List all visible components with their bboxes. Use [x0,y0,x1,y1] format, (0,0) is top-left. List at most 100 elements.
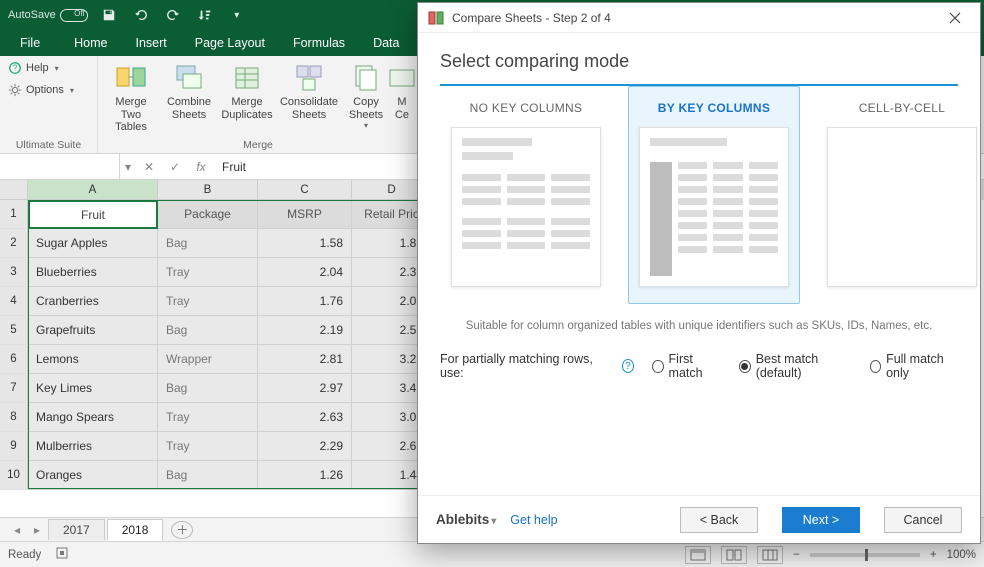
row-header[interactable]: 10 [0,461,28,490]
cell[interactable]: Sugar Apples [28,229,158,258]
cell[interactable]: 2.19 [258,316,352,345]
name-box[interactable] [0,154,120,179]
row-header[interactable]: 4 [0,287,28,316]
cell[interactable]: 1.58 [258,229,352,258]
sheet-tab-2017[interactable]: 2017 [48,519,105,540]
next-button[interactable]: Next > [782,507,860,533]
table-header-package[interactable]: Package [158,200,258,229]
row-header[interactable]: 3 [0,258,28,287]
zoom-slider[interactable] [810,553,920,557]
tab-formulas[interactable]: Formulas [287,32,351,54]
get-help-link[interactable]: Get help [510,513,557,527]
row-header[interactable]: 8 [0,403,28,432]
consolidate-sheets-button[interactable]: Consolidate Sheets [276,60,342,123]
back-button[interactable]: < Back [680,507,758,533]
save-icon[interactable] [98,4,120,26]
cell[interactable]: 2.81 [258,345,352,374]
row-header[interactable]: 6 [0,345,28,374]
cell[interactable]: Mulberries [28,432,158,461]
cells: Fruit Package MSRP Retail Pric Sugar App… [28,200,432,490]
radio-best-match[interactable]: Best match (default) [739,352,851,380]
col-header-A[interactable]: A [28,180,158,200]
close-button[interactable] [940,4,970,32]
help-button[interactable]: ? Help ▾ [6,60,91,76]
dialog-title: Compare Sheets - Step 2 of 4 [452,11,611,25]
row-header[interactable]: 2 [0,229,28,258]
fx-icon[interactable]: fx [188,154,214,179]
cell[interactable]: Lemons [28,345,158,374]
radio-full-match[interactable]: Full match only [870,352,958,380]
autosave-toggle[interactable]: AutoSave [8,9,88,22]
zoom-in-button[interactable]: + [930,549,937,561]
chevron-down-icon[interactable]: ▾ [120,160,136,174]
mode-cell-by-cell[interactable]: CELL-BY-CELL [816,86,984,304]
sort-icon[interactable] [194,4,216,26]
redo-icon[interactable] [162,4,184,26]
cell[interactable]: Blueberries [28,258,158,287]
cell[interactable]: 1.76 [258,287,352,316]
tab-page-layout[interactable]: Page Layout [189,32,271,54]
chevron-down-icon: ▾ [55,64,59,73]
sheet-nav-prev[interactable]: ◂ [8,523,26,537]
qat-more-icon[interactable]: ▾ [226,4,248,26]
accept-formula-icon[interactable]: ✓ [162,154,188,179]
help-icon[interactable]: ? [622,359,634,373]
undo-icon[interactable] [130,4,152,26]
merge-two-tables-button[interactable]: Merge Two Tables [102,60,160,136]
mode-no-key-columns[interactable]: NO KEY COLUMNS [440,86,612,304]
zoom-out-button[interactable]: − [793,549,800,561]
autosave-switch[interactable] [60,9,88,22]
dialog-titlebar[interactable]: Compare Sheets - Step 2 of 4 [418,3,980,33]
tab-data[interactable]: Data [367,32,405,54]
cell[interactable]: 1.26 [258,461,352,490]
copy-sheets-button[interactable]: Copy Sheets ▾ [342,60,390,132]
cell[interactable]: Grapefruits [28,316,158,345]
row-header[interactable]: 1 [0,200,28,229]
cell[interactable]: Cranberries [28,287,158,316]
row-header[interactable]: 5 [0,316,28,345]
cell[interactable]: Bag [158,461,258,490]
col-header-B[interactable]: B [158,180,258,200]
cancel-button[interactable]: Cancel [884,507,962,533]
cell[interactable]: Tray [158,432,258,461]
view-page-layout-icon[interactable] [721,546,747,564]
table-header-msrp[interactable]: MSRP [258,200,352,229]
new-sheet-button[interactable]: ＋ [171,521,193,539]
cell[interactable]: 2.29 [258,432,352,461]
tab-insert[interactable]: Insert [130,32,173,54]
cell[interactable]: 2.63 [258,403,352,432]
macro-record-icon[interactable] [55,546,69,563]
radio-first-match[interactable]: First match [652,352,721,380]
tab-file[interactable]: File [8,32,52,54]
row-header[interactable]: 9 [0,432,28,461]
row-header[interactable]: 7 [0,374,28,403]
view-page-break-icon[interactable] [757,546,783,564]
options-button[interactable]: Options ▾ [6,82,91,98]
cell[interactable]: 2.97 [258,374,352,403]
zoom-level[interactable]: 100% [947,549,976,561]
merge-cells-button-truncated[interactable]: M Ce [390,60,414,123]
ablebits-brand-menu[interactable]: Ablebits▾ [436,512,496,527]
cell[interactable]: Tray [158,403,258,432]
sheet-tab-2018[interactable]: 2018 [107,519,164,541]
combine-sheets-button[interactable]: Combine Sheets [160,60,218,123]
cell[interactable]: Mango Spears [28,403,158,432]
cell[interactable]: Bag [158,316,258,345]
view-normal-icon[interactable] [685,546,711,564]
table-header-fruit[interactable]: Fruit [28,200,158,229]
cell[interactable]: 2.04 [258,258,352,287]
cancel-formula-icon[interactable]: ✕ [136,154,162,179]
select-all-corner[interactable] [0,180,28,200]
cell[interactable]: Oranges [28,461,158,490]
cell[interactable]: Tray [158,287,258,316]
cell[interactable]: Bag [158,229,258,258]
cell[interactable]: Wrapper [158,345,258,374]
tab-home[interactable]: Home [68,32,113,54]
merge-duplicates-button[interactable]: Merge Duplicates [218,60,276,123]
cell[interactable]: Tray [158,258,258,287]
cell[interactable]: Key Limes [28,374,158,403]
sheet-nav-next[interactable]: ▸ [28,523,46,537]
col-header-C[interactable]: C [258,180,352,200]
mode-by-key-columns[interactable]: BY KEY COLUMNS [628,86,800,304]
cell[interactable]: Bag [158,374,258,403]
